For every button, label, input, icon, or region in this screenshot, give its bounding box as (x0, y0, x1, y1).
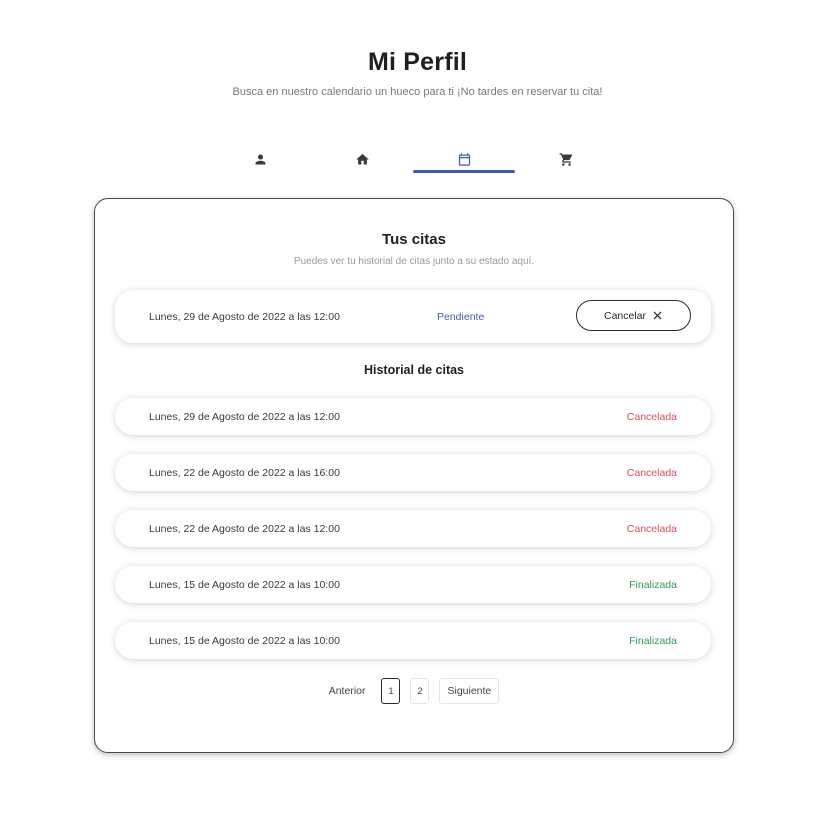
upcoming-appointment: Lunes, 29 de Agosto de 2022 a las 12:00 … (115, 290, 711, 343)
person-icon (255, 154, 265, 164)
home-icon (355, 153, 369, 164)
status-badge: Finalizada (629, 578, 677, 591)
appointment-date: Lunes, 15 de Agosto de 2022 a las 10:00 (149, 578, 340, 591)
status-badge: Cancelada (626, 466, 677, 479)
status-badge: Cancelada (626, 522, 677, 535)
card-subtitle: Puedes ver tu historial de citas junto a… (293, 256, 535, 267)
history-row: Lunes, 22 de Agosto de 2022 a las 12:00 … (115, 510, 711, 547)
appointment-date: Lunes, 29 de Agosto de 2022 a las 12:00 (149, 410, 340, 423)
tab-home[interactable] (311, 144, 413, 174)
pagination-page-2[interactable]: 2 (410, 678, 430, 704)
appointment-date: Lunes, 22 de Agosto de 2022 a las 12:00 (149, 522, 340, 535)
cancel-appointment-button[interactable]: Cancelar (576, 300, 691, 331)
tab-profile[interactable] (209, 144, 311, 174)
tab-cart[interactable] (515, 144, 617, 174)
appointment-date: Lunes, 29 de Agosto de 2022 a las 12:00 (149, 310, 340, 323)
tab-appointments[interactable] (413, 144, 515, 174)
profile-tabs (209, 144, 617, 174)
status-badge: Finalizada (629, 634, 677, 647)
calendar-icon (458, 152, 470, 166)
status-badge: Cancelada (626, 410, 677, 423)
history-row: Lunes, 15 de Agosto de 2022 a las 10:00 … (115, 622, 711, 659)
appointments-card: Tus citas Puedes ver tu historial de cit… (94, 198, 734, 753)
pagination-next[interactable]: Siguiente (439, 678, 500, 704)
history-row: Lunes, 15 de Agosto de 2022 a las 10:00 … (115, 566, 711, 603)
history-row: Lunes, 29 de Agosto de 2022 a las 12:00 … (115, 398, 711, 435)
pagination-page-1[interactable]: 1 (381, 678, 401, 704)
page-title: Mi Perfil (367, 48, 468, 76)
pagination: Anterior 1 2 Siguiente (95, 677, 733, 705)
appointment-date: Lunes, 15 de Agosto de 2022 a las 10:00 (149, 634, 340, 647)
profile-page: Mi Perfil Busca en nuestro calendario un… (0, 0, 835, 826)
page-subtitle: Busca en nuestro calendario un hueco par… (232, 86, 603, 98)
status-badge: Pendiente (437, 310, 485, 323)
pagination-prev[interactable]: Anterior (329, 685, 366, 697)
history-title: Historial de citas (363, 363, 465, 377)
cancel-button-label: Cancelar (603, 309, 647, 322)
close-icon (653, 311, 662, 320)
history-row: Lunes, 22 de Agosto de 2022 a las 16:00 … (115, 454, 711, 491)
appointment-date: Lunes, 22 de Agosto de 2022 a las 16:00 (149, 466, 340, 479)
card-title: Tus citas (382, 231, 446, 248)
cart-icon (559, 152, 572, 166)
